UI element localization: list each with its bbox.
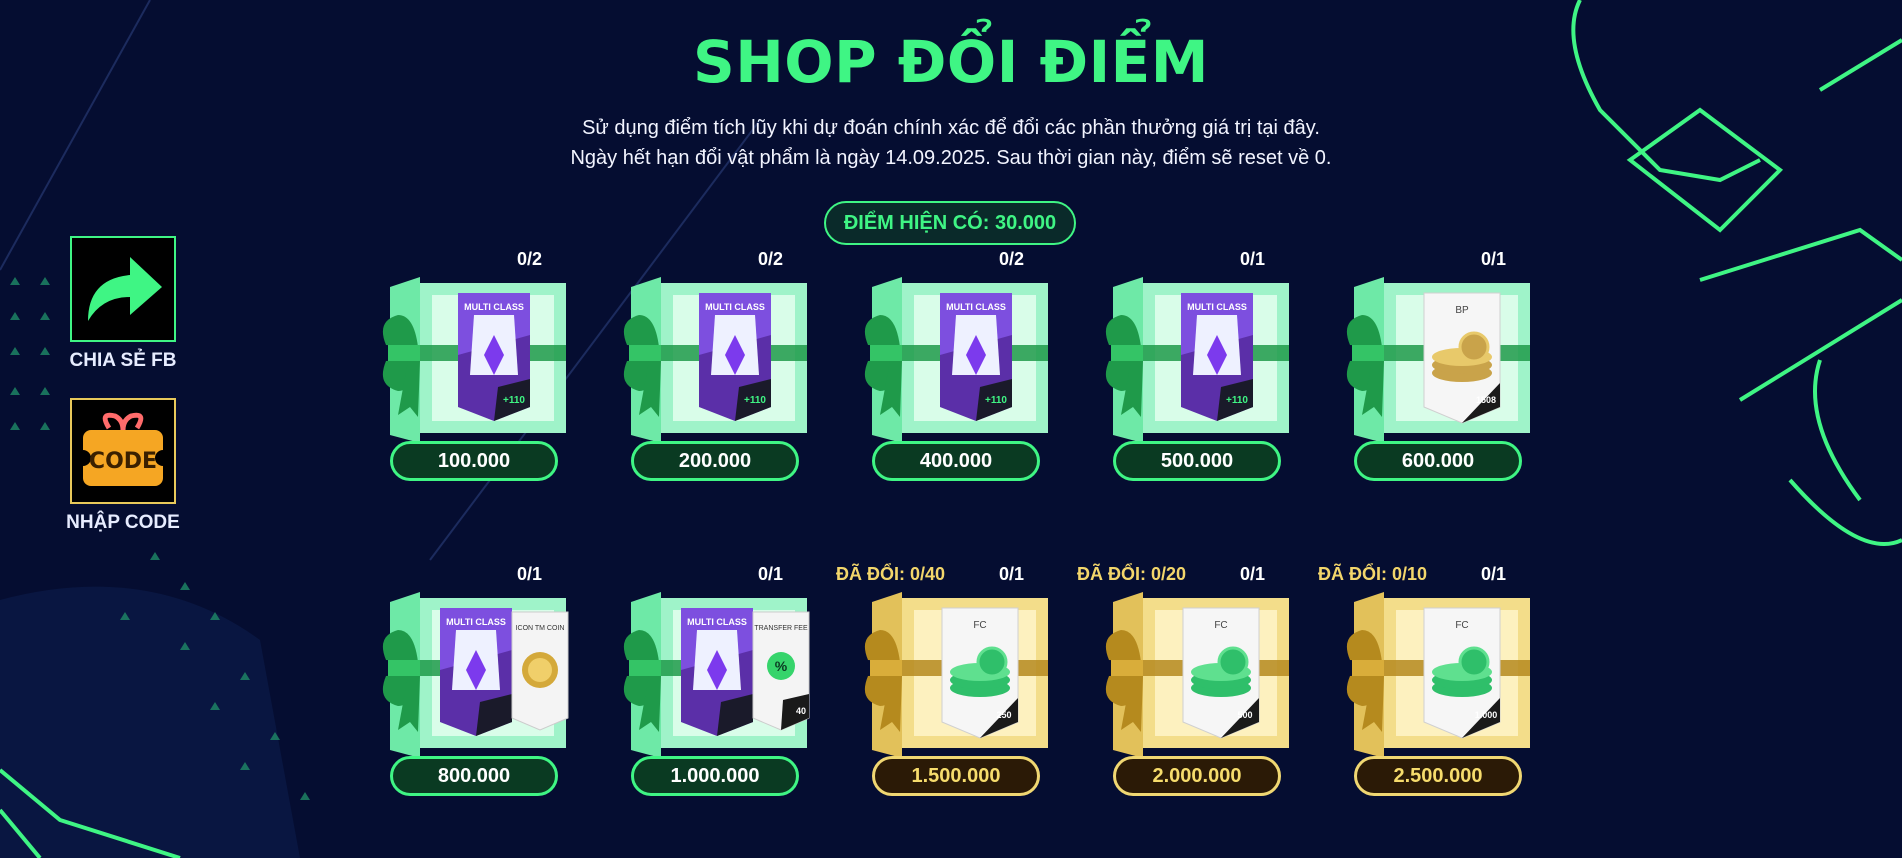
limit-counter: 0/2	[516, 249, 542, 269]
share-facebook-label: CHIA SẺ FB	[69, 350, 177, 371]
green-gift-box-icon[interactable]: MULTI CLASS ICON TM COIN	[380, 590, 570, 760]
shop-item-6[interactable]: 0/1 MULTI CLASS ICON TM COIN 800.000	[360, 560, 569, 800]
redeem-price-button[interactable]: 100.000	[390, 441, 558, 481]
svg-text:FC: FC	[1455, 620, 1468, 631]
svg-text:MULTI CLASS: MULTI CLASS	[946, 302, 1006, 312]
limit-counter: 0/1	[1480, 564, 1506, 584]
green-gift-box-icon[interactable]: MULTI CLASS +110	[380, 275, 570, 445]
redeem-price-button[interactable]: 2.500.000	[1354, 756, 1522, 796]
limit-counter: 0/1	[516, 564, 542, 584]
svg-text:MULTI CLASS: MULTI CLASS	[687, 617, 747, 627]
limit-counter: 0/1	[1239, 249, 1265, 269]
redeemed-counter: ĐÃ ĐỔI: 0/40	[836, 564, 946, 584]
redeem-price-button[interactable]: 500.000	[1113, 441, 1281, 481]
svg-text:ICON TM COIN: ICON TM COIN	[516, 625, 565, 632]
share-icon	[70, 236, 176, 342]
enter-code-button[interactable]: CODE NHẬP CODE	[63, 398, 183, 534]
redeem-price-button[interactable]: 800.000	[390, 756, 558, 796]
shop-item-4[interactable]: 0/1 MULTI CLASS +110 500.000	[1083, 245, 1289, 485]
player-card: MULTI CLASS	[681, 608, 753, 736]
shop-item-9[interactable]: ĐÃ ĐỔI: 0/20 0/1 FC 500 2.000.000	[1077, 560, 1289, 800]
enter-code-label: NHẬP CODE	[66, 512, 180, 533]
svg-text:500: 500	[1237, 710, 1252, 720]
green-gift-box-icon[interactable]: MULTI CLASS +110	[621, 275, 811, 445]
svg-text:MULTI CLASS: MULTI CLASS	[1187, 302, 1247, 312]
limit-counter: 0/1	[757, 564, 783, 584]
limit-counter: 0/2	[998, 249, 1024, 269]
svg-text:40: 40	[796, 706, 806, 716]
svg-text:FC: FC	[1214, 620, 1227, 631]
svg-text:+110: +110	[744, 395, 766, 406]
limit-counter: 0/1	[998, 564, 1024, 584]
green-gift-box-icon[interactable]: MULTI CLASS TRANSFER FEE % 40	[621, 590, 811, 760]
svg-text:TRANSFER FEE: TRANSFER FEE	[754, 625, 808, 632]
svg-text:MULTI CLASS: MULTI CLASS	[705, 302, 765, 312]
svg-text:FC: FC	[973, 620, 986, 631]
currency-card: BP 1508	[1423, 292, 1501, 424]
page-title: SHOP ĐỔI ĐIỂM	[692, 28, 1209, 96]
shop-item-3[interactable]: 0/2 MULTI CLASS +110 400.000	[842, 245, 1048, 485]
shop-item-8[interactable]: ĐÃ ĐỔI: 0/40 0/1 FC 250 1.500.000	[836, 560, 1048, 800]
redeemed-counter: ĐÃ ĐỔI: 0/10	[1318, 564, 1428, 584]
redeem-price-button[interactable]: 2.000.000	[1113, 756, 1281, 796]
redeem-price-button[interactable]: 1.000.000	[631, 756, 799, 796]
limit-counter: 0/1	[1480, 249, 1506, 269]
currency-card: FC 1.000	[1423, 607, 1501, 739]
green-gift-box-icon[interactable]: MULTI CLASS +110	[1103, 275, 1293, 445]
player-card: MULTI CLASS +110	[699, 293, 771, 421]
svg-text:+110: +110	[985, 395, 1007, 406]
svg-text:+110: +110	[1226, 395, 1248, 406]
player-card: MULTI CLASS	[440, 608, 512, 736]
svg-text:BP: BP	[1455, 305, 1469, 316]
green-gift-box-icon[interactable]: BP 1508	[1344, 275, 1534, 445]
shop-item-2[interactable]: 0/2 MULTI CLASS +110 200.000	[601, 245, 807, 485]
limit-counter: 0/2	[757, 249, 783, 269]
currency-card: FC 500	[1182, 607, 1260, 739]
svg-text:+110: +110	[503, 395, 525, 406]
description-line-1: Sử dụng điểm tích lũy khi dự đoán chính …	[582, 117, 1320, 139]
svg-text:MULTI CLASS: MULTI CLASS	[464, 302, 524, 312]
svg-text:1508: 1508	[1476, 395, 1496, 405]
shop-item-1[interactable]: 0/2 MULTI CLASS +110 100.000	[360, 245, 566, 485]
gold-gift-box-icon[interactable]: FC 1.000	[1344, 590, 1534, 760]
player-card: MULTI CLASS +110	[1181, 293, 1253, 421]
svg-text:MULTI CLASS: MULTI CLASS	[446, 617, 506, 627]
svg-text:1.000: 1.000	[1475, 710, 1498, 720]
currency-card: FC 250	[941, 607, 1019, 739]
current-points-badge: ĐIỂM HIỆN CÓ: 30.000	[824, 201, 1076, 245]
description-line-2: Ngày hết hạn đổi vật phẩm là ngày 14.09.…	[570, 147, 1332, 169]
redeem-price-button[interactable]: 200.000	[631, 441, 799, 481]
svg-text:250: 250	[996, 710, 1011, 720]
redeem-price-button[interactable]: 600.000	[1354, 441, 1522, 481]
redeem-price-button[interactable]: 400.000	[872, 441, 1040, 481]
gold-gift-box-icon[interactable]: FC 250	[862, 590, 1052, 760]
redeemed-counter: ĐÃ ĐỔI: 0/20	[1077, 564, 1187, 584]
shop-item-7[interactable]: 0/1 MULTI CLASS TRANSFER FEE % 40 1.000.…	[601, 560, 810, 800]
player-card: MULTI CLASS +110	[458, 293, 530, 421]
limit-counter: 0/1	[1239, 564, 1265, 584]
shop-item-5[interactable]: 0/1 BP 1508 600.000	[1324, 245, 1530, 485]
code-icon-text: CODE	[89, 449, 157, 474]
green-gift-box-icon[interactable]: MULTI CLASS +110	[862, 275, 1052, 445]
svg-text:%: %	[775, 658, 788, 674]
player-card: MULTI CLASS +110	[940, 293, 1012, 421]
secondary-card: ICON TM COIN	[511, 611, 569, 731]
code-ticket-icon: CODE	[70, 398, 176, 504]
share-facebook-button[interactable]: CHIA SẺ FB	[63, 236, 183, 372]
secondary-card: TRANSFER FEE % 40	[752, 611, 810, 731]
shop-item-10[interactable]: ĐÃ ĐỔI: 0/10 0/1 FC 1.000 2.500.000	[1318, 560, 1530, 800]
redeem-price-button[interactable]: 1.500.000	[872, 756, 1040, 796]
gold-gift-box-icon[interactable]: FC 500	[1103, 590, 1293, 760]
